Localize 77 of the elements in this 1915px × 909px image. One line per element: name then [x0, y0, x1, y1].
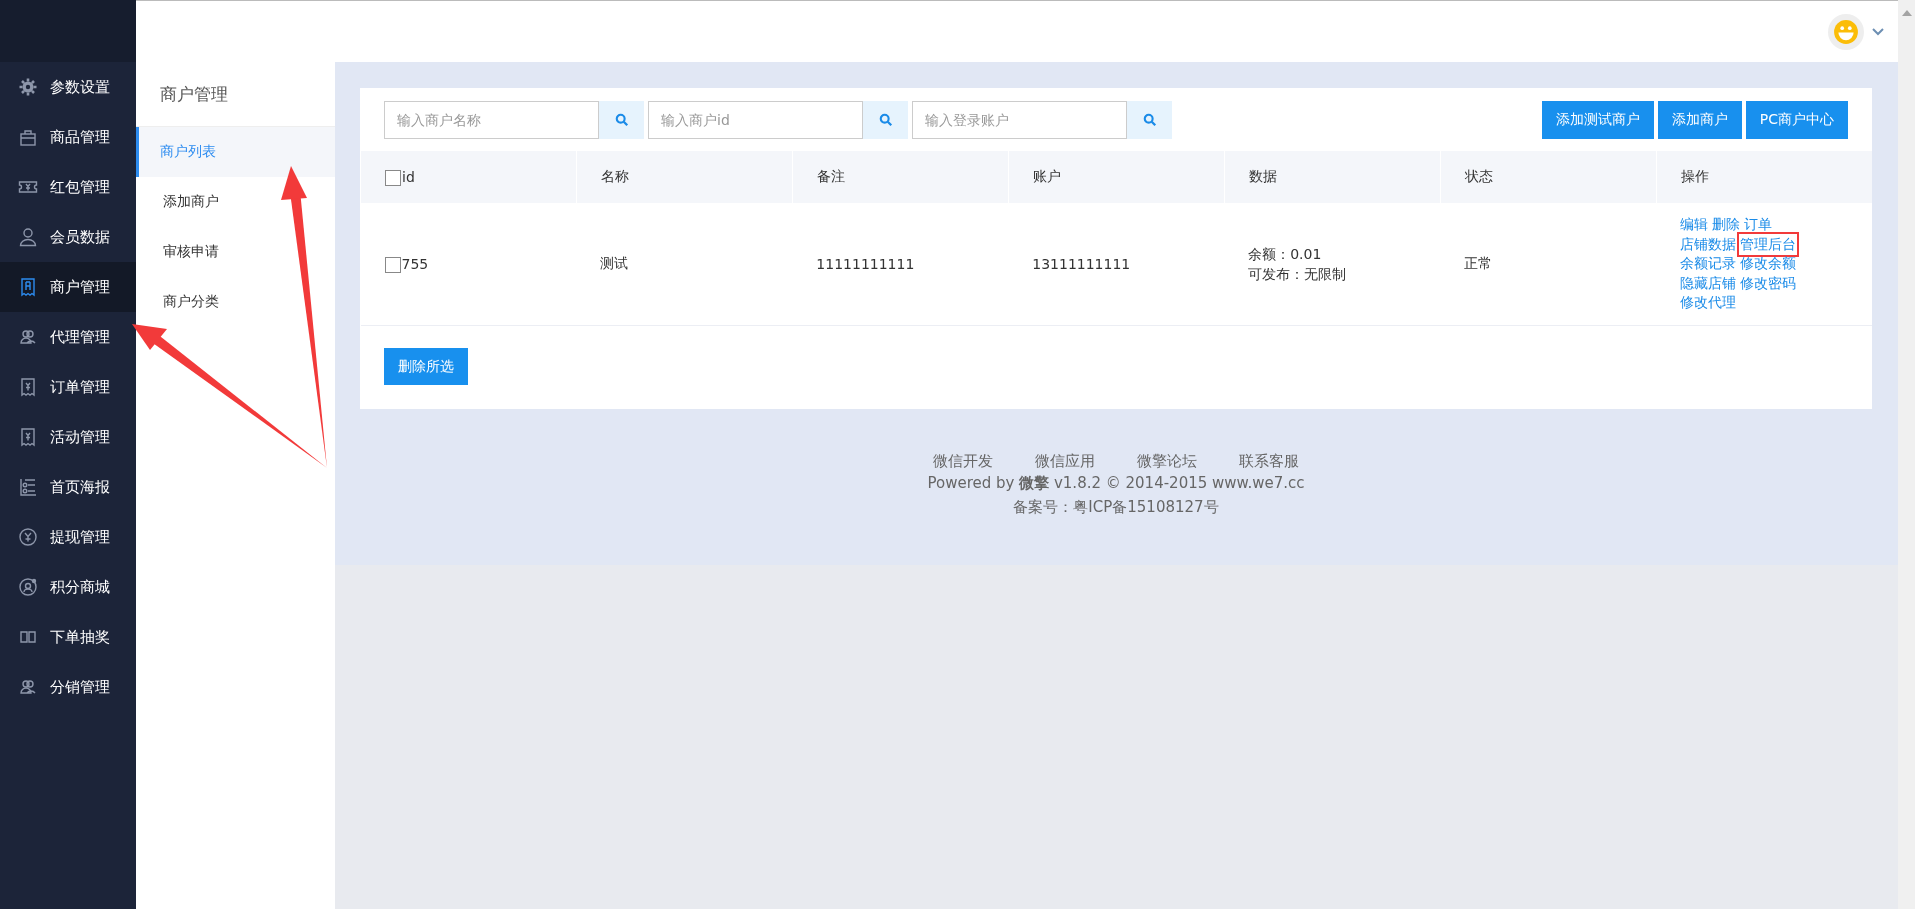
toolbar-button[interactable]: 添加测试商户 — [1541, 101, 1654, 139]
bag-icon — [18, 127, 38, 147]
sidebar-item[interactable]: 代理管理 — [0, 312, 136, 362]
action-link[interactable]: 修改余额 — [1740, 254, 1797, 274]
column-header: 名称 — [600, 168, 629, 184]
search-field[interactable]: 输入商户id — [648, 101, 863, 139]
submenu-item[interactable]: 审核申请 — [136, 227, 335, 277]
data-line: 余额：0.01 — [1248, 245, 1323, 264]
search-field[interactable]: 输入商户名称 — [384, 101, 599, 139]
footer-link[interactable]: 微信开发 — [933, 452, 993, 471]
table-cell: 11111111111 — [816, 256, 915, 272]
action-link[interactable]: 管理后台 — [1740, 234, 1797, 255]
people-icon — [18, 327, 38, 347]
action-link[interactable]: 删除 — [1712, 215, 1741, 235]
sidebar-item[interactable]: 红包管理 — [0, 162, 136, 212]
column-header: 备注 — [816, 168, 845, 184]
receipt-icon — [18, 277, 38, 297]
column-header: 状态 — [1464, 168, 1493, 184]
people-icon — [18, 677, 38, 697]
action-link[interactable]: 修改代理 — [1680, 293, 1737, 313]
sidebar-item[interactable]: 订单管理 — [0, 362, 136, 412]
search-icon — [878, 113, 893, 127]
search-button[interactable] — [863, 101, 908, 139]
table-cell: 测试 — [600, 255, 629, 271]
toolbar-button[interactable]: 添加商户 — [1657, 101, 1742, 139]
action-link[interactable]: 隐藏店铺 — [1680, 273, 1737, 294]
search-field[interactable]: 输入登录账户 — [912, 101, 1127, 139]
checkbox[interactable] — [384, 256, 401, 273]
action-link[interactable]: 编辑 — [1680, 215, 1709, 235]
receipt2-icon — [18, 377, 38, 397]
sidebar-item[interactable]: 商品管理 — [0, 112, 136, 162]
search-icon — [1142, 113, 1157, 127]
column-header: 账户 — [1032, 168, 1061, 184]
sidebar-item[interactable]: 下单抽奖 — [0, 612, 136, 662]
search-button[interactable] — [1127, 101, 1172, 139]
avatar[interactable] — [1828, 13, 1864, 50]
search-icon — [614, 113, 629, 127]
column-header: id — [402, 168, 415, 185]
table-cell: 正常 — [1464, 255, 1493, 271]
scrollbar[interactable] — [1898, 0, 1915, 909]
table-cell: 755 — [401, 255, 429, 272]
submenu-item[interactable]: 商户分类 — [136, 277, 335, 327]
chevron-down-icon[interactable] — [1872, 27, 1884, 36]
smiley-icon — [1833, 18, 1859, 45]
action-link[interactable]: 修改密码 — [1740, 273, 1797, 294]
sidebar-item[interactable]: 活动管理 — [0, 412, 136, 462]
data-line: 可发布：无限制 — [1248, 265, 1348, 284]
toolbar-button[interactable]: PC商户中心 — [1745, 101, 1848, 139]
footer-link[interactable]: 微擎论坛 — [1137, 452, 1197, 471]
checkbox[interactable] — [385, 169, 401, 186]
sidebar-item[interactable]: 会员数据 — [0, 212, 136, 262]
sidebar-item[interactable]: 提现管理 — [0, 512, 136, 562]
sidebar-item[interactable]: 分销管理 — [0, 662, 136, 712]
sidebar-item[interactable]: 首页海报 — [0, 462, 136, 512]
footer-link[interactable]: 联系客服 — [1239, 452, 1299, 471]
sidebar-item[interactable]: 商户管理 — [0, 262, 136, 312]
column-header: 操作 — [1680, 168, 1709, 184]
action-link[interactable]: 店铺数据 — [1680, 234, 1737, 255]
list-icon — [18, 477, 38, 497]
powered-by-text: Powered by 微擎 v1.8.2 © 2014-2015 www.we7.cc — [926, 473, 1306, 494]
user-icon — [18, 227, 38, 247]
scroll-up-icon[interactable] — [1901, 10, 1912, 16]
submenu-item[interactable]: 添加商户 — [136, 177, 335, 227]
coin-icon — [18, 527, 38, 547]
settings-icon — [18, 77, 38, 97]
action-link[interactable]: 订单 — [1744, 215, 1773, 235]
column-header: 数据 — [1248, 168, 1277, 184]
action-link[interactable]: 余额记录 — [1680, 254, 1737, 274]
delete-selected-button[interactable]: 删除所选 — [384, 348, 468, 385]
submenu-item[interactable]: 商户列表 — [136, 127, 335, 177]
record-number-text: 备案号：粤ICP备15108127号 — [1012, 497, 1220, 518]
table-cell: 13111111111 — [1032, 256, 1131, 272]
search-button[interactable] — [599, 101, 644, 139]
sidebar-item[interactable]: 积分商城 — [0, 562, 136, 612]
receipt2-icon — [18, 427, 38, 447]
footer-link[interactable]: 微信应用 — [1035, 452, 1095, 471]
sidebar-item[interactable]: 参数设置 — [0, 62, 136, 112]
